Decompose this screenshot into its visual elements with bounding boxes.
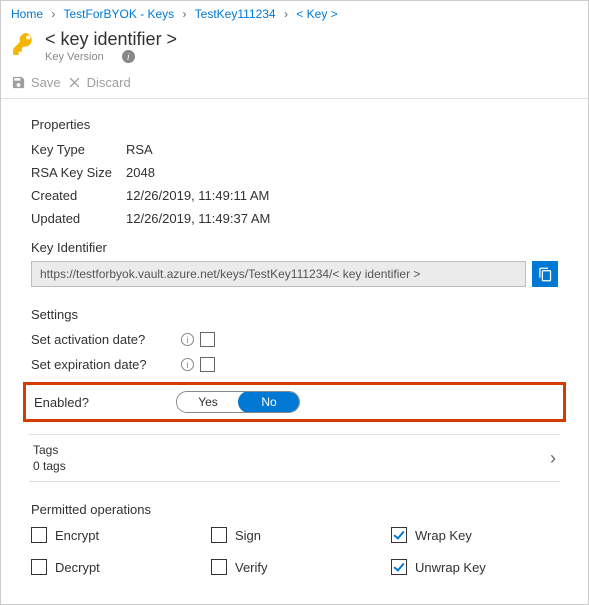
perm-checkbox[interactable]	[211, 527, 227, 543]
activation-label: Set activation date?	[31, 332, 181, 347]
copy-icon	[538, 267, 553, 282]
chevron-right-icon: ›	[284, 7, 288, 21]
key-type-label: Key Type	[31, 142, 126, 157]
enabled-no[interactable]: No	[238, 391, 300, 413]
enabled-label: Enabled?	[34, 395, 176, 410]
perm-label: Decrypt	[55, 560, 100, 575]
expiration-checkbox[interactable]	[200, 357, 215, 372]
help-icon[interactable]: i	[181, 333, 194, 346]
page-title: < key identifier >	[45, 29, 177, 50]
perm-checkbox[interactable]	[211, 559, 227, 575]
updated-label: Updated	[31, 211, 126, 226]
key-icon	[11, 31, 37, 57]
chevron-right-icon: ›	[183, 7, 187, 21]
perm-item[interactable]: Encrypt	[31, 527, 211, 543]
discard-button[interactable]: Discard	[67, 75, 131, 90]
created-value: 12/26/2019, 11:49:11 AM	[126, 188, 269, 203]
updated-value: 12/26/2019, 11:49:37 AM	[126, 211, 270, 226]
identifier-field[interactable]	[31, 261, 526, 287]
expiration-label: Set expiration date?	[31, 357, 181, 372]
perm-item[interactable]: Decrypt	[31, 559, 211, 575]
perm-item[interactable]: Sign	[211, 527, 391, 543]
save-button[interactable]: Save	[11, 75, 61, 90]
copy-button[interactable]	[532, 261, 558, 287]
page-subtitle: Key Version	[45, 51, 104, 63]
info-icon[interactable]: i	[122, 50, 135, 63]
page-header: < key identifier > Key Version i	[1, 25, 588, 67]
save-icon	[11, 75, 26, 90]
enabled-highlight: Enabled? Yes No	[23, 382, 566, 422]
breadcrumb-home[interactable]: Home	[11, 7, 43, 21]
perm-checkbox[interactable]	[391, 527, 407, 543]
perm-checkbox[interactable]	[391, 559, 407, 575]
permitted-heading: Permitted operations	[31, 502, 558, 517]
key-size-label: RSA Key Size	[31, 165, 126, 180]
perm-label: Encrypt	[55, 528, 99, 543]
perm-checkbox[interactable]	[31, 527, 47, 543]
perm-label: Wrap Key	[415, 528, 472, 543]
save-label: Save	[31, 75, 61, 90]
settings-heading: Settings	[31, 307, 558, 322]
discard-label: Discard	[87, 75, 131, 90]
enabled-toggle[interactable]: Yes No	[176, 391, 300, 413]
activation-checkbox[interactable]	[200, 332, 215, 347]
breadcrumb-key[interactable]: TestKey111234	[195, 7, 276, 21]
chevron-right-icon: ›	[51, 7, 55, 21]
close-icon	[67, 75, 82, 90]
tags-label: Tags	[33, 443, 66, 457]
perm-label: Unwrap Key	[415, 560, 486, 575]
perm-label: Sign	[235, 528, 261, 543]
perm-item[interactable]: Unwrap Key	[391, 559, 551, 575]
created-label: Created	[31, 188, 126, 203]
help-icon[interactable]: i	[181, 358, 194, 371]
perm-checkbox[interactable]	[31, 559, 47, 575]
identifier-label: Key Identifier	[31, 240, 558, 255]
perm-item[interactable]: Wrap Key	[391, 527, 551, 543]
key-type-value: RSA	[126, 142, 153, 157]
chevron-right-icon: ›	[550, 448, 556, 469]
perm-label: Verify	[235, 560, 268, 575]
key-size-value: 2048	[126, 165, 155, 180]
enabled-yes[interactable]: Yes	[177, 392, 239, 412]
perm-item[interactable]: Verify	[211, 559, 391, 575]
breadcrumb: Home › TestForBYOK - Keys › TestKey11123…	[1, 1, 588, 25]
tags-count: 0 tags	[33, 459, 66, 473]
breadcrumb-vault[interactable]: TestForBYOK - Keys	[63, 7, 174, 21]
tags-row[interactable]: Tags 0 tags ›	[29, 434, 560, 482]
breadcrumb-version[interactable]: < Key >	[296, 7, 337, 21]
properties-heading: Properties	[31, 117, 558, 132]
toolbar: Save Discard	[1, 67, 588, 99]
